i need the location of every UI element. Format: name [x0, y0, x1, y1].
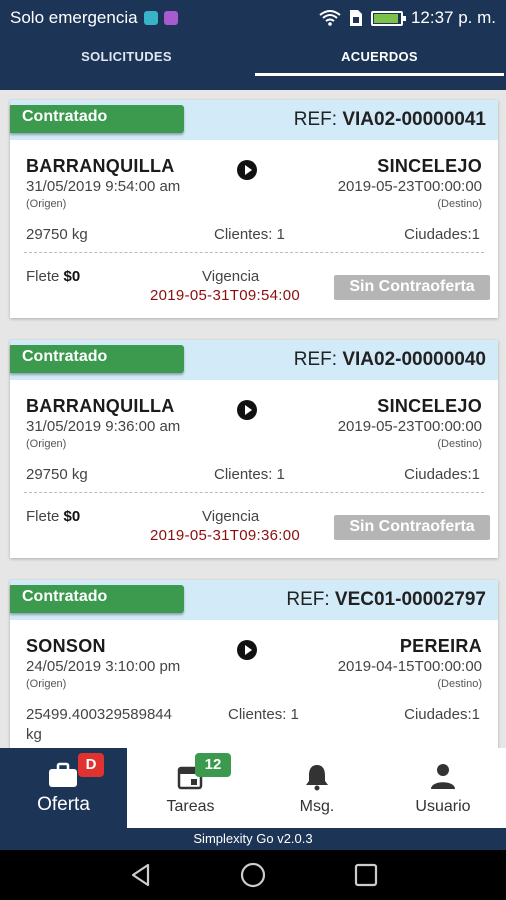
- agreement-card[interactable]: Contratado REF: VIA02-00000041 BARRANQUI…: [10, 100, 498, 318]
- origin-city: SONSON: [26, 636, 106, 656]
- tab-acuerdos[interactable]: ACUERDOS: [253, 36, 506, 90]
- nav-item-usuario[interactable]: Usuario: [380, 748, 506, 828]
- clients-count: Clientes: 1: [214, 466, 285, 483]
- origin-tag: (Origen): [26, 438, 67, 450]
- destination-date: 2019-05-23T00:00:00: [337, 418, 482, 435]
- origin-tag: (Origen): [26, 198, 67, 210]
- back-icon[interactable]: [128, 862, 154, 888]
- origin-city: BARRANQUILLA: [26, 156, 175, 176]
- nav-label-msg: Msg.: [299, 798, 335, 815]
- destination-date: 2019-04-15T00:00:00: [337, 658, 482, 675]
- freight-value: $0: [63, 508, 81, 525]
- ref-number: VEC01-00002797: [334, 589, 486, 610]
- briefcase-icon: [49, 762, 77, 787]
- user-icon: [431, 764, 455, 789]
- validity-label: Vigencia: [202, 508, 260, 525]
- freight-value: $0: [63, 268, 81, 285]
- origin-tag: (Origen): [26, 678, 67, 690]
- validity-date: 2019-05-31T09:36:00: [150, 527, 300, 544]
- recents-icon[interactable]: [354, 863, 378, 887]
- sim-icon: [349, 10, 362, 26]
- card-header: Contratado REF: VIA02-00000040: [10, 340, 498, 380]
- version-label: Simplexity Go v2.0.3: [0, 828, 506, 850]
- destination-date: 2019-05-23T00:00:00: [337, 178, 482, 195]
- status-badge: Contratado: [10, 105, 184, 133]
- bell-icon: [306, 765, 328, 791]
- reference: REF: VEC01-00002797: [286, 589, 486, 611]
- clock: 12:37 p. m.: [410, 8, 496, 27]
- reference: REF: VIA02-00000041: [294, 109, 486, 131]
- cities-count: Ciudades:1: [404, 466, 480, 483]
- ref-label: REF:: [293, 349, 338, 370]
- destination-tag: (Destino): [437, 198, 482, 210]
- weight: 29750 kg: [26, 466, 88, 483]
- divider: [24, 252, 484, 253]
- status-bar: Solo emergencia 12:37 p. m.: [0, 0, 506, 36]
- app-notification-icon-2: [163, 11, 178, 25]
- tab-bar: SOLICITUDES ACUERDOS: [0, 36, 506, 90]
- play-arrow-icon: [237, 640, 257, 660]
- freight: Flete $0: [26, 508, 80, 525]
- tab-solicitudes[interactable]: SOLICITUDES: [0, 36, 253, 90]
- system-nav-bar: [0, 850, 506, 900]
- tareas-badge: 12: [195, 753, 231, 777]
- status-badge: Contratado: [10, 585, 184, 613]
- destination-city: PEREIRA: [399, 636, 482, 656]
- weight: 29750 kg: [26, 226, 88, 243]
- nav-label-usuario: Usuario: [415, 798, 471, 815]
- destination-city: SINCELEJO: [377, 156, 482, 176]
- play-arrow-icon: [237, 400, 257, 420]
- origin-date: 24/05/2019 3:10:00 pm: [26, 658, 181, 675]
- oferta-badge: D: [78, 753, 104, 777]
- no-counteroffer-button[interactable]: Sin Contraoferta: [334, 275, 490, 300]
- cities-count: Ciudades:1: [404, 706, 480, 723]
- clients-count: Clientes: 1: [228, 706, 299, 723]
- card-header: Contratado REF: VEC01-00002797: [10, 580, 498, 620]
- battery-icon: [370, 10, 406, 26]
- origin-date: 31/05/2019 9:54:00 am: [26, 178, 181, 195]
- divider: [24, 492, 484, 493]
- validity-label: Vigencia: [202, 268, 260, 285]
- freight-label: Flete: [26, 508, 60, 525]
- cities-count: Ciudades:1: [404, 226, 480, 243]
- bottom-nav: D Oferta 12 Tareas Msg. Usuario: [0, 748, 506, 828]
- app-notification-icon: [143, 11, 158, 25]
- reference: REF: VIA02-00000040: [294, 349, 486, 371]
- play-arrow-icon: [237, 160, 257, 180]
- nav-item-tareas[interactable]: 12 Tareas: [127, 748, 254, 828]
- status-badge: Contratado: [10, 345, 184, 373]
- clients-count: Clientes: 1: [214, 226, 285, 243]
- origin-date: 31/05/2019 9:36:00 am: [26, 418, 181, 435]
- no-counteroffer-button[interactable]: Sin Contraoferta: [334, 515, 490, 540]
- wifi-icon: [319, 10, 341, 26]
- agreement-card[interactable]: Contratado REF: VEC01-00002797 SONSON 24…: [10, 580, 498, 748]
- weight: 25499.400329589844: [26, 706, 172, 723]
- ref-label: REF:: [286, 589, 330, 610]
- weight-unit: kg: [26, 726, 42, 743]
- ref-number: VIA02-00000041: [342, 109, 486, 130]
- agreements-list[interactable]: Contratado REF: VIA02-00000041 BARRANQUI…: [0, 90, 506, 748]
- destination-tag: (Destino): [437, 678, 482, 690]
- freight: Flete $0: [26, 268, 80, 285]
- nav-label-oferta: Oferta: [37, 794, 90, 815]
- nav-item-msg[interactable]: Msg.: [254, 748, 380, 828]
- ref-number: VIA02-00000040: [342, 349, 486, 370]
- origin-city: BARRANQUILLA: [26, 396, 175, 416]
- nav-label-tareas: Tareas: [166, 798, 215, 815]
- agreement-card[interactable]: Contratado REF: VIA02-00000040 BARRANQUI…: [10, 340, 498, 558]
- nav-item-oferta[interactable]: D Oferta: [0, 748, 127, 828]
- home-icon[interactable]: [240, 862, 266, 888]
- carrier-label: Solo emergencia: [10, 8, 138, 27]
- freight-label: Flete: [26, 268, 60, 285]
- card-header: Contratado REF: VIA02-00000041: [10, 100, 498, 140]
- validity-date: 2019-05-31T09:54:00: [150, 287, 300, 304]
- destination-city: SINCELEJO: [377, 396, 482, 416]
- ref-label: REF:: [293, 109, 338, 130]
- destination-tag: (Destino): [437, 438, 482, 450]
